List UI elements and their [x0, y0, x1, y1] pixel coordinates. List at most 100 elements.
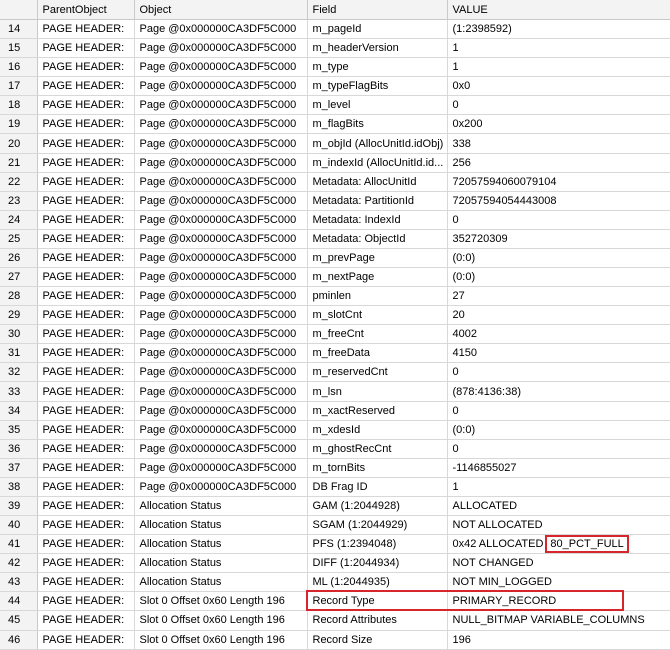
table-row[interactable]: 29 PAGE HEADER: Page @0x000000CA3DF5C000 m_… — [0, 305, 670, 326]
value-cell[interactable]: 352720309 — [447, 229, 670, 249]
object-cell[interactable]: Allocation Status — [134, 496, 308, 517]
value-cell[interactable]: (0:0) — [447, 267, 670, 288]
object-cell[interactable]: Slot 0 Offset 0x60 Length 196 — [134, 591, 308, 612]
row-number-cell[interactable]: 34 — [0, 401, 38, 421]
object-cell[interactable]: Page @0x000000CA3DF5C000 — [134, 381, 308, 402]
row-number-cell[interactable]: 14 — [0, 19, 38, 40]
parentobject-cell[interactable]: PAGE HEADER: — [37, 76, 135, 97]
parentobject-cell[interactable]: PAGE HEADER: — [37, 19, 135, 40]
row-number-cell[interactable]: 22 — [0, 172, 38, 192]
parentobject-cell[interactable]: PAGE HEADER: — [37, 362, 135, 383]
row-number-cell[interactable]: 26 — [0, 248, 38, 269]
field-cell[interactable]: m_ghostRecCnt — [307, 439, 448, 459]
row-number-cell[interactable]: 31 — [0, 343, 38, 364]
value-cell[interactable]: 256 — [447, 153, 670, 173]
row-number-cell[interactable]: 32 — [0, 362, 38, 383]
parentobject-cell[interactable]: PAGE HEADER: — [37, 229, 135, 249]
parentobject-cell[interactable]: PAGE HEADER: — [37, 324, 135, 345]
field-cell[interactable]: m_flagBits — [307, 114, 448, 135]
field-cell[interactable]: Metadata: ObjectId — [307, 229, 448, 249]
row-number-cell[interactable]: 28 — [0, 286, 38, 307]
object-cell[interactable]: Page @0x000000CA3DF5C000 — [134, 267, 308, 288]
parentobject-cell[interactable]: PAGE HEADER: — [37, 381, 135, 402]
row-number-cell[interactable]: 38 — [0, 477, 38, 497]
parentobject-cell[interactable]: PAGE HEADER: — [37, 496, 135, 517]
row-number-cell[interactable]: 21 — [0, 153, 38, 173]
row-number-cell[interactable]: 30 — [0, 324, 38, 345]
object-cell[interactable]: Page @0x000000CA3DF5C000 — [134, 38, 308, 59]
table-row[interactable]: 30 PAGE HEADER: Page @0x000000CA3DF5C000 m_… — [0, 324, 670, 345]
object-cell[interactable]: Page @0x000000CA3DF5C000 — [134, 305, 308, 326]
table-row[interactable]: 21 PAGE HEADER: Page @0x000000CA3DF5C000 m_… — [0, 153, 670, 173]
table-row[interactable]: 18 PAGE HEADER: Page @0x000000CA3DF5C000 m_… — [0, 95, 670, 116]
value-cell[interactable]: NOT CHANGED — [447, 553, 670, 574]
table-row[interactable]: 24 PAGE HEADER: Page @0x000000CA3DF5C000 Me… — [0, 210, 670, 230]
value-cell[interactable]: 0 — [447, 95, 670, 116]
row-number-cell[interactable]: 25 — [0, 229, 38, 249]
object-cell[interactable]: Page @0x000000CA3DF5C000 — [134, 57, 308, 78]
object-cell[interactable]: Allocation Status — [134, 515, 308, 536]
parentobject-cell[interactable]: PAGE HEADER: — [37, 172, 135, 192]
row-number-cell[interactable]: 29 — [0, 305, 38, 326]
table-row[interactable]: 44 PAGE HEADER: Slot 0 Offset 0x60 Length … — [0, 591, 670, 612]
field-cell[interactable]: Record Attributes — [307, 610, 448, 631]
value-cell[interactable]: 4150 — [447, 343, 670, 364]
value-cell[interactable]: 1 — [447, 38, 670, 59]
table-row[interactable]: 20 PAGE HEADER: Page @0x000000CA3DF5C000 m_… — [0, 133, 670, 154]
object-cell[interactable]: Page @0x000000CA3DF5C000 — [134, 114, 308, 135]
value-cell[interactable]: 4002 — [447, 324, 670, 345]
field-cell[interactable]: PFS (1:2394048) — [307, 534, 448, 555]
object-cell[interactable]: Page @0x000000CA3DF5C000 — [134, 248, 308, 269]
table-row[interactable]: 41 PAGE HEADER: Allocation Status PFS (1:23… — [0, 534, 670, 555]
table-row[interactable]: 40 PAGE HEADER: Allocation Status SGAM (1:2… — [0, 515, 670, 536]
table-row[interactable]: 19 PAGE HEADER: Page @0x000000CA3DF5C000 m_… — [0, 114, 670, 135]
value-cell[interactable]: (878:4136:38) — [447, 381, 670, 402]
object-cell[interactable]: Page @0x000000CA3DF5C000 — [134, 95, 308, 116]
object-cell[interactable]: Page @0x000000CA3DF5C000 — [134, 210, 308, 230]
row-number-cell[interactable]: 20 — [0, 133, 38, 154]
value-cell[interactable]: PRIMARY_RECORD — [447, 591, 670, 612]
value-cell[interactable]: (0:0) — [447, 248, 670, 269]
parentobject-cell[interactable]: PAGE HEADER: — [37, 248, 135, 269]
object-cell[interactable]: Allocation Status — [134, 572, 308, 593]
value-cell[interactable]: 0x0 — [447, 76, 670, 97]
object-cell[interactable]: Page @0x000000CA3DF5C000 — [134, 458, 308, 478]
table-row[interactable]: 32 PAGE HEADER: Page @0x000000CA3DF5C000 m_… — [0, 362, 670, 383]
row-number-cell[interactable]: 18 — [0, 95, 38, 116]
table-row[interactable]: 34 PAGE HEADER: Page @0x000000CA3DF5C000 m_… — [0, 401, 670, 421]
field-cell[interactable]: DIFF (1:2044934) — [307, 553, 448, 574]
object-cell[interactable]: Slot 0 Offset 0x60 Length 196 — [134, 610, 308, 631]
table-row[interactable]: 16 PAGE HEADER: Page @0x000000CA3DF5C000 m_… — [0, 57, 670, 78]
field-cell[interactable]: pminlen — [307, 286, 448, 307]
row-number-cell[interactable]: 19 — [0, 114, 38, 135]
field-cell[interactable]: m_prevPage — [307, 248, 448, 269]
parentobject-cell[interactable]: PAGE HEADER: — [37, 553, 135, 574]
object-cell[interactable]: Allocation Status — [134, 534, 308, 555]
value-cell[interactable]: NOT MIN_LOGGED — [447, 572, 670, 593]
parentobject-cell[interactable]: PAGE HEADER: — [37, 267, 135, 288]
parentobject-cell[interactable]: PAGE HEADER: — [37, 458, 135, 478]
table-row[interactable]: 42 PAGE HEADER: Allocation Status DIFF (1:2… — [0, 553, 670, 574]
value-cell[interactable]: 27 — [447, 286, 670, 307]
value-cell[interactable]: 0 — [447, 401, 670, 421]
value-cell[interactable]: 1 — [447, 57, 670, 78]
value-cell[interactable]: 338 — [447, 133, 670, 154]
parentobject-cell[interactable]: PAGE HEADER: — [37, 95, 135, 116]
row-number-cell[interactable]: 44 — [0, 591, 38, 612]
row-number-cell[interactable]: 40 — [0, 515, 38, 536]
column-header-parentobject[interactable]: ParentObject — [37, 0, 135, 20]
row-number-cell[interactable]: 36 — [0, 439, 38, 459]
parentobject-cell[interactable]: PAGE HEADER: — [37, 133, 135, 154]
field-cell[interactable]: m_freeCnt — [307, 324, 448, 345]
field-cell[interactable]: m_slotCnt — [307, 305, 448, 326]
field-cell[interactable]: m_headerVersion — [307, 38, 448, 59]
field-cell[interactable]: m_lsn — [307, 381, 448, 402]
object-cell[interactable]: Page @0x000000CA3DF5C000 — [134, 343, 308, 364]
parentobject-cell[interactable]: PAGE HEADER: — [37, 572, 135, 593]
table-row[interactable]: 15 PAGE HEADER: Page @0x000000CA3DF5C000 m_… — [0, 38, 670, 59]
table-row[interactable]: 35 PAGE HEADER: Page @0x000000CA3DF5C000 m_… — [0, 420, 670, 440]
column-header-object[interactable]: Object — [134, 0, 308, 20]
table-row[interactable]: 43 PAGE HEADER: Allocation Status ML (1:204… — [0, 572, 670, 593]
field-cell[interactable]: m_type — [307, 57, 448, 78]
table-row[interactable]: 46 PAGE HEADER: Slot 0 Offset 0x60 Length … — [0, 630, 670, 650]
